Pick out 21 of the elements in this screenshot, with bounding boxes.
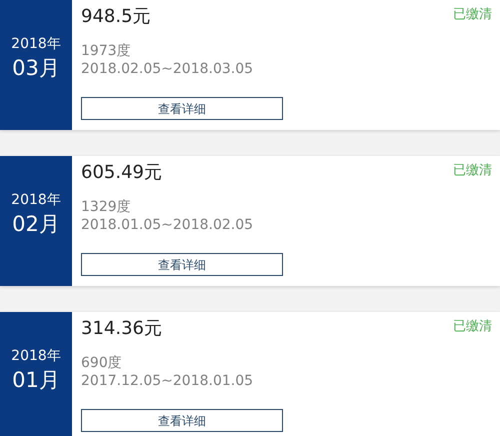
details-button[interactable]: 查看详细 — [81, 409, 283, 432]
bill-year: 2018年 — [11, 191, 61, 210]
bill-month: 02月 — [12, 211, 60, 238]
details-button[interactable]: 查看详细 — [81, 97, 283, 120]
bill-amount: 314.36元 — [81, 317, 162, 341]
payment-status: 已缴清 — [453, 318, 492, 336]
billing-period: 2017.12.05~2018.01.05 — [81, 372, 254, 390]
usage-text: 1973度 — [81, 42, 132, 60]
payment-status: 已缴清 — [453, 162, 492, 180]
bill-amount: 948.5元 — [81, 5, 151, 29]
billing-period: 2018.02.05~2018.03.05 — [81, 60, 254, 78]
billing-period: 2018.01.05~2018.02.05 — [81, 216, 254, 234]
bill-year: 2018年 — [11, 35, 61, 54]
payment-status: 已缴清 — [453, 6, 492, 24]
bill-year: 2018年 — [11, 347, 61, 366]
details-button[interactable]: 查看详细 — [81, 253, 283, 276]
bill-amount: 605.49元 — [81, 161, 162, 185]
usage-text: 1329度 — [81, 198, 132, 216]
usage-text: 690度 — [81, 354, 123, 372]
bill-month: 01月 — [12, 367, 60, 394]
bill-month: 03月 — [12, 55, 60, 82]
